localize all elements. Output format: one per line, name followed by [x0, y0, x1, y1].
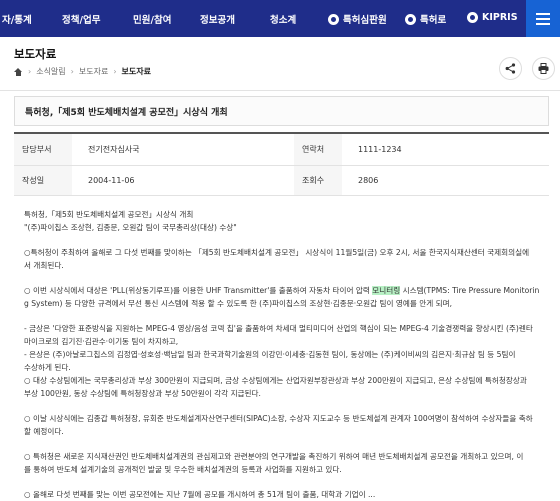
nav-item-patentro-label: 특허로	[420, 15, 447, 26]
article-text: ○ 이번 시상식에서 대상은 'PLL(위상동기루프)를 이용한 UHF Tra…	[24, 286, 373, 295]
dept-value: 전기전자심사국	[88, 145, 140, 154]
nav-item-patentro[interactable]: 특허로	[405, 12, 446, 26]
nav-item-youth[interactable]: 청소계	[270, 12, 296, 26]
article-body: 특허청,「제5회 반도체배치설계 공모전」시상식 개최 "(주)파이칩스 조상현,…	[24, 208, 552, 501]
page-title: 보도자료	[14, 47, 57, 61]
breadcrumb: › 소식알림 › 보도자료 › 보도자료	[14, 66, 151, 77]
article-line: ○ 이번 시상식에서 대상은 'PLL(위상동기루프)를 이용한 UHF Tra…	[24, 284, 552, 297]
dept-label: 담당부서	[14, 134, 72, 165]
search-highlight: 모니터링	[372, 286, 401, 295]
article-line: 마이크로의 김기진·김관수·이기동 팀이 차지하고,	[24, 337, 179, 346]
breadcrumb-item-current: 보도자료	[121, 67, 151, 76]
share-icon	[505, 63, 516, 74]
nav-item-statistics[interactable]: 자/통계	[2, 12, 32, 26]
nav-item-policy[interactable]: 정책/업무	[62, 12, 100, 26]
info-row: 담당부서 전기전자심사국 연락처 1111-1234	[14, 134, 549, 166]
nav-item-disclosure[interactable]: 정보공개	[200, 12, 235, 26]
chevron-right-icon: ›	[70, 67, 74, 76]
article-line: g System) 등 다양한 규격에서 무선 통신 시스템에 적용 할 수 있…	[24, 299, 453, 308]
breadcrumb-item-news[interactable]: 소식알림	[36, 66, 65, 77]
contact-label: 연락처	[294, 134, 342, 165]
top-navigation: 자/통계 정책/업무 민원/참여 정보공개 청소계 특허심판원 특허로 KIPR…	[0, 0, 560, 37]
hamburger-menu-button[interactable]	[526, 0, 560, 37]
date-value: 2004-11-06	[88, 176, 135, 185]
print-icon	[538, 63, 549, 74]
article-line: ○ 올해로 다섯 번째를 맞는 이번 공모전에는 지난 7월에 공모를 개시하여…	[24, 490, 376, 499]
article-line: 부상 100만원, 동상 수상팀에 특허청장상과 부상 50만원이 각각 지급된…	[24, 389, 261, 398]
print-button[interactable]	[532, 57, 555, 80]
article-line: ○ 대상 수상팀에게는 국무총리상과 부상 300만원이 지급되며, 금상 수상…	[24, 376, 527, 385]
breadcrumb-item-press[interactable]: 보도자료	[79, 66, 108, 77]
patentro-logo-icon	[405, 13, 416, 25]
views-value: 2806	[358, 176, 379, 185]
article-line: "(주)파이칩스 조상현, 김종문, 오원갑 팀이 국무총리상(대상) 수상"	[24, 223, 237, 232]
header-divider	[0, 90, 560, 91]
article-line: ○ 이날 시상식에는 김종갑 특허청장, 유회준 반도체설계자산연구센터(SIP…	[24, 414, 533, 423]
article-title: 특허청,「제5회 반도체배치설계 공모전」시상식 개최	[14, 96, 549, 126]
nav-item-tribunal[interactable]: 특허심판원	[328, 12, 387, 26]
article-line: 서 개최된다.	[24, 261, 64, 270]
article-line: - 은상은 (주)아날로그칩스의 김정엽·성호성·백남일 팀과 한국과학기술원의…	[24, 350, 516, 359]
nav-item-kipris-label: KIPRIS	[482, 12, 518, 23]
article-line: - 금상은 '다양한 표준방식을 지원하는 MPEG-4 영상/음성 코덱 칩'…	[24, 324, 533, 333]
kipris-logo-icon	[467, 12, 478, 23]
info-row: 작성일 2004-11-06 조회수 2806	[14, 166, 549, 196]
nav-item-tribunal-label: 특허심판원	[343, 15, 387, 26]
article-line: 할 예정이다.	[24, 427, 64, 436]
nav-item-civil[interactable]: 민원/참여	[133, 12, 171, 26]
date-label: 작성일	[14, 166, 72, 195]
menu-icon	[536, 12, 550, 15]
tribunal-logo-icon	[328, 13, 339, 25]
article-line: 수상하게 된다.	[24, 363, 71, 372]
views-label: 조회수	[294, 166, 342, 195]
article-text: 시스템(TPMS: Tire Pressure Monitorin	[400, 286, 540, 295]
article-line: ○ 특허청은 새로운 지식재산권인 반도체배치설계권의 관심제고와 관련분야의 …	[24, 452, 524, 461]
article-line: ○특허청이 주최하여 올해로 그 다섯 번째를 맞이하는 「제5회 반도체배치설…	[24, 248, 530, 257]
article-line: 를 통하여 반도체 설계기술의 공개적인 발굴 및 우수한 배치설계권의 등록과…	[24, 465, 342, 474]
chevron-right-icon: ›	[113, 67, 117, 76]
nav-item-kipris[interactable]: KIPRIS	[467, 12, 518, 23]
share-button[interactable]	[499, 57, 522, 80]
chevron-right-icon: ›	[28, 67, 32, 76]
contact-value: 1111-1234	[358, 145, 402, 154]
article-line: 특허청,「제5회 반도체배치설계 공모전」시상식 개최	[24, 210, 194, 219]
home-icon[interactable]	[14, 67, 23, 76]
article-info-table: 담당부서 전기전자심사국 연락처 1111-1234 작성일 2004-11-0…	[14, 132, 549, 196]
